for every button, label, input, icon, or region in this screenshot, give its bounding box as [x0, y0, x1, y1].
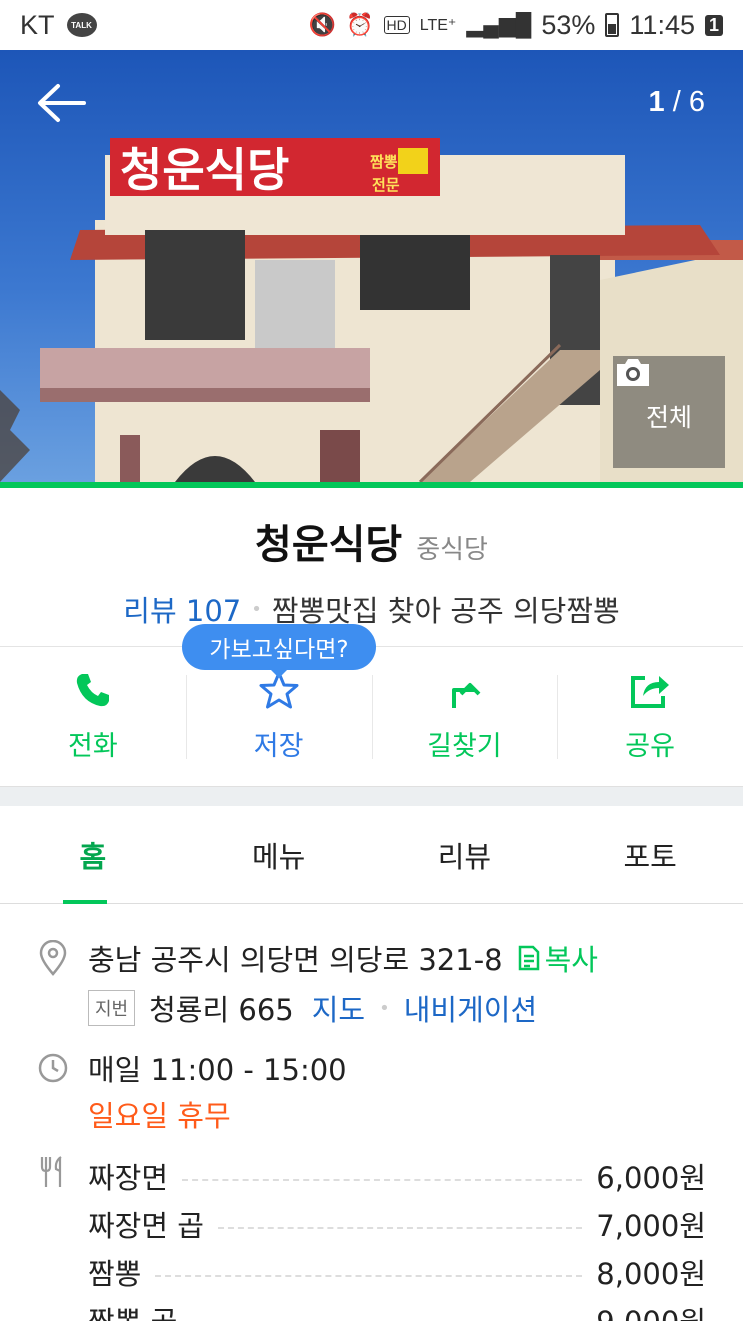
tab-menu[interactable]: 메뉴 [186, 806, 372, 903]
copy-icon [518, 945, 539, 971]
clock-icon [36, 1052, 70, 1084]
menu-item[interactable]: 짜장면 6,000원 [88, 1155, 706, 1197]
menu-item[interactable]: 짜장면 곱 7,000원 [88, 1203, 706, 1245]
share-button[interactable]: 공유 [557, 647, 743, 786]
closed-day: 일요일 휴무 [88, 1099, 231, 1133]
directions-icon [452, 683, 481, 708]
photo-counter-current: 1 [648, 86, 665, 118]
fork-knife-icon [36, 1155, 70, 1189]
photo-counter-total: 6 [688, 86, 705, 118]
clock: 11:45 [629, 9, 695, 40]
copy-address-button[interactable]: 복사 [517, 937, 598, 979]
view-all-label: 전체 [645, 403, 692, 432]
menu-item[interactable]: 짬뽕 8,000원 [88, 1251, 706, 1293]
location-pin-icon [36, 940, 70, 976]
lte-icon: LTE⁺ [419, 17, 457, 34]
separator-dot: • [379, 997, 390, 1019]
place-category: 중식당 [416, 535, 488, 565]
carrier-label: KT [20, 9, 55, 40]
sign-sub-2: 전문 [372, 176, 400, 194]
hd-icon: HD [383, 16, 410, 34]
photo-gallery[interactable]: 청운식당 짬뽕 전문 1 / 6 전체 [0, 50, 743, 482]
sign-sub-1: 짬뽕 [370, 153, 398, 171]
view-all-photos-button[interactable]: 전체 [613, 356, 725, 468]
photo-counter-sep: / [664, 86, 689, 118]
menu-leader [217, 1227, 583, 1229]
share-label: 공유 [625, 731, 675, 762]
tab-home[interactable]: 홈 [0, 806, 186, 904]
tab-bar: 홈 메뉴 리뷰 포토 [0, 806, 743, 904]
tab-photos[interactable]: 포토 [557, 806, 743, 903]
menu-item[interactable]: 짬뽕 곱 9,000원 [88, 1299, 706, 1321]
hours-row: 매일 11:00 - 15:00 [36, 1047, 347, 1089]
kakaotalk-icon: TALK [66, 13, 97, 37]
menu-item-name: 짬뽕 [88, 1257, 142, 1291]
home-detail: 충남 공주시 의당면 의당로 321-8 복사 지번 청룡리 665 지도 • … [0, 905, 743, 1321]
business-hours: 매일 11:00 - 15:00 [88, 1053, 347, 1087]
holiday-row: 일요일 휴무 [36, 1093, 231, 1135]
road-address: 충남 공주시 의당면 의당로 321-8 [88, 943, 503, 977]
back-arrow-icon [38, 84, 86, 122]
mute-icon: 🔇 [308, 12, 337, 37]
jibun-row: 지번 청룡리 665 지도 • 내비게이션 [36, 987, 537, 1029]
call-label: 전화 [68, 731, 118, 762]
battery-icon [605, 13, 620, 37]
save-tooltip[interactable]: 가보고싶다면? [182, 624, 376, 678]
menu-item-price: 6,000원 [596, 1161, 706, 1195]
directions-button[interactable]: 길찾기 [371, 647, 558, 786]
share-icon [631, 676, 670, 708]
menu-leader [155, 1275, 583, 1277]
back-button[interactable] [36, 82, 88, 124]
menu-item-price: 8,000원 [596, 1257, 706, 1291]
call-button[interactable]: 전화 [0, 647, 186, 786]
menu-item-name: 짜장면 곱 [88, 1209, 204, 1243]
separator-dot: • [251, 598, 262, 620]
copy-label: 복사 [544, 943, 598, 977]
alarm-icon: ⏰ [346, 12, 374, 37]
tab-reviews[interactable]: 리뷰 [372, 806, 558, 903]
section-gap [0, 786, 743, 806]
map-link[interactable]: 지도 [312, 987, 365, 1029]
address-row: 충남 공주시 의당면 의당로 321-8 복사 [36, 937, 598, 979]
signal-icon: ▂▄▆█ [466, 12, 532, 37]
menu-item-name: 짬뽕 곱 [88, 1299, 177, 1321]
camera-icon [617, 359, 649, 386]
menu-item-price: 9,000원 [596, 1299, 706, 1321]
action-bar: 전화 저장 길찾기 공유 [0, 646, 743, 786]
sign-text: 청운식당 [120, 143, 289, 197]
menu-item-name: 짜장면 [88, 1161, 169, 1195]
jibun-tag: 지번 [88, 990, 136, 1026]
jibun-address: 청룡리 665 [149, 993, 294, 1027]
place-name: 청운식당 [255, 522, 403, 568]
phone-icon [76, 674, 109, 707]
menu-icon-row [36, 1155, 70, 1189]
save-label: 저장 [253, 731, 304, 762]
battery-percent: 53% [541, 9, 596, 40]
menu-item-price: 7,000원 [596, 1209, 706, 1243]
photo-counter: 1 / 6 [649, 86, 705, 119]
navigation-link[interactable]: 내비게이션 [404, 987, 537, 1029]
notification-badge: 1 [704, 14, 723, 36]
place-summary: 청운식당 중식당 리뷰 107 • 짬뽕맛집 찾아 공주 의당짬뽕 [0, 488, 743, 646]
status-bar: KT TALK 🔇 ⏰ HD LTE⁺ ▂▄▆█ 53% 11:45 1 [0, 0, 743, 50]
directions-label: 길찾기 [427, 731, 502, 762]
menu-leader [182, 1179, 583, 1181]
